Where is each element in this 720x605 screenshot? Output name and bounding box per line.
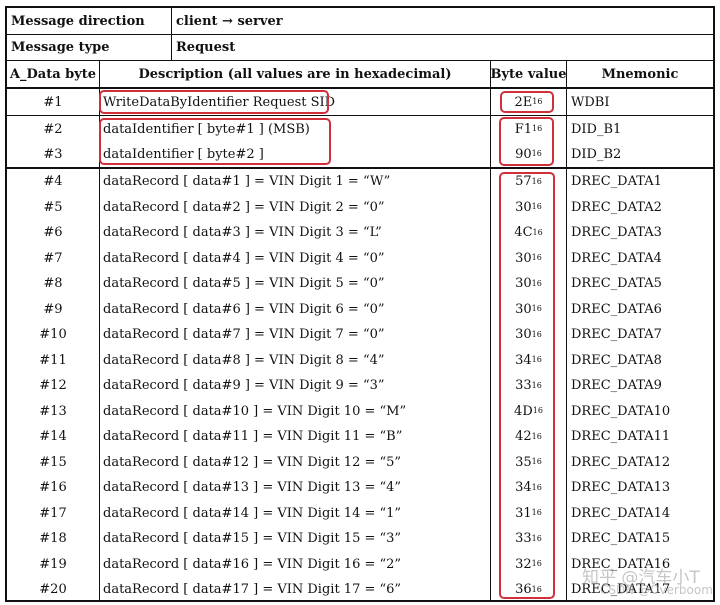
row-byte-number: #16 xyxy=(39,480,67,496)
col-header-mnemonic: Mnemonic xyxy=(601,66,679,82)
row-description: dataRecord [ data#14 ] = VIN Digit 14 = … xyxy=(103,505,402,521)
row-byte-number: #12 xyxy=(39,378,67,394)
col-header-byte-value: Byte value xyxy=(490,66,567,82)
row-mnemonic: DREC_DATA3 xyxy=(571,225,662,241)
row-description: dataRecord [ data#3 ] = VIN Digit 3 = “L… xyxy=(103,225,382,241)
watermark-csdn: CSDN @Overboom xyxy=(600,583,713,597)
row-byte-number: #11 xyxy=(39,352,67,368)
row-description: dataRecord [ data#15 ] = VIN Digit 15 = … xyxy=(103,531,402,547)
row-description: dataRecord [ data#13 ] = VIN Digit 13 = … xyxy=(103,480,402,496)
row-mnemonic: DREC_DATA7 xyxy=(571,327,662,343)
row-byte-number: #17 xyxy=(39,505,67,521)
row-byte-number: #13 xyxy=(39,403,67,419)
row-mnemonic: DREC_DATA5 xyxy=(571,276,662,292)
row-mnemonic: DID_B1 xyxy=(571,121,622,137)
highlight-sid-value xyxy=(500,91,554,113)
row-byte-number: #18 xyxy=(39,531,67,547)
row-description: dataRecord [ data#5 ] = VIN Digit 5 = “0… xyxy=(103,276,385,292)
row-mnemonic: DREC_DATA1 xyxy=(571,174,662,190)
row-mnemonic: DREC_DATA6 xyxy=(571,301,662,317)
row-mnemonic: DREC_DATA13 xyxy=(571,480,671,496)
row-mnemonic: WDBI xyxy=(571,94,610,110)
row-mnemonic: DREC_DATA11 xyxy=(571,429,671,445)
row-mnemonic: DREC_DATA4 xyxy=(571,250,662,266)
row-mnemonic: DREC_DATA10 xyxy=(571,403,671,419)
row-description: dataRecord [ data#6 ] = VIN Digit 6 = “0… xyxy=(103,301,385,317)
highlight-did xyxy=(99,118,331,165)
row-byte-number: #8 xyxy=(43,276,63,292)
row-byte-number: #19 xyxy=(39,556,67,572)
row-mnemonic: DREC_DATA14 xyxy=(571,505,671,521)
row-byte-number: #10 xyxy=(39,327,67,343)
row-description: dataRecord [ data#4 ] = VIN Digit 4 = “0… xyxy=(103,250,385,266)
row-byte-number: #6 xyxy=(43,225,63,241)
row-description: dataRecord [ data#10 ] = VIN Digit 10 = … xyxy=(103,403,407,419)
row-byte-number: #4 xyxy=(43,174,63,190)
row-description: dataRecord [ data#17 ] = VIN Digit 17 = … xyxy=(103,582,402,598)
type-label: Message type xyxy=(11,40,110,55)
highlight-did-value xyxy=(499,117,554,166)
row-mnemonic: DREC_DATA9 xyxy=(571,378,662,394)
row-mnemonic: DREC_DATA8 xyxy=(571,352,662,368)
row-description: dataRecord [ data#1 ] = VIN Digit 1 = “W… xyxy=(103,174,391,190)
row-byte-number: #15 xyxy=(39,454,67,470)
row-description: dataRecord [ data#2 ] = VIN Digit 2 = “0… xyxy=(103,199,385,215)
col-header-byte: A_Data byte xyxy=(9,66,97,82)
row-byte-number: #1 xyxy=(43,94,63,110)
row-byte-number: #20 xyxy=(39,582,67,598)
row-description: dataRecord [ data#16 ] = VIN Digit 16 = … xyxy=(103,556,402,572)
col-header-description: Description (all values are in hexadecim… xyxy=(138,66,452,82)
row-mnemonic: DREC_DATA12 xyxy=(571,454,671,470)
type-value: Request xyxy=(176,40,236,55)
direction-value: client → server xyxy=(176,13,283,29)
row-mnemonic: DREC_DATA2 xyxy=(571,199,662,215)
row-mnemonic: DID_B2 xyxy=(571,146,622,162)
row-mnemonic: DREC_DATA15 xyxy=(571,531,671,547)
row-description: dataRecord [ data#8 ] = VIN Digit 8 = “4… xyxy=(103,352,385,368)
row-description: dataRecord [ data#12 ] = VIN Digit 12 = … xyxy=(103,454,402,470)
row-byte-number: #7 xyxy=(43,250,63,266)
row-description: dataRecord [ data#11 ] = VIN Digit 11 = … xyxy=(103,429,403,445)
row-description: dataRecord [ data#7 ] = VIN Digit 7 = “0… xyxy=(103,327,385,343)
direction-label: Message direction xyxy=(11,13,145,29)
highlight-sid xyxy=(99,90,329,114)
row-byte-number: #9 xyxy=(43,301,63,317)
row-byte-number: #3 xyxy=(43,146,63,162)
highlight-record-values xyxy=(499,172,555,599)
row-description: dataRecord [ data#9 ] = VIN Digit 9 = “3… xyxy=(103,378,385,394)
row-byte-number: #5 xyxy=(43,199,63,215)
row-byte-number: #14 xyxy=(39,429,67,445)
row-byte-number: #2 xyxy=(43,121,63,137)
